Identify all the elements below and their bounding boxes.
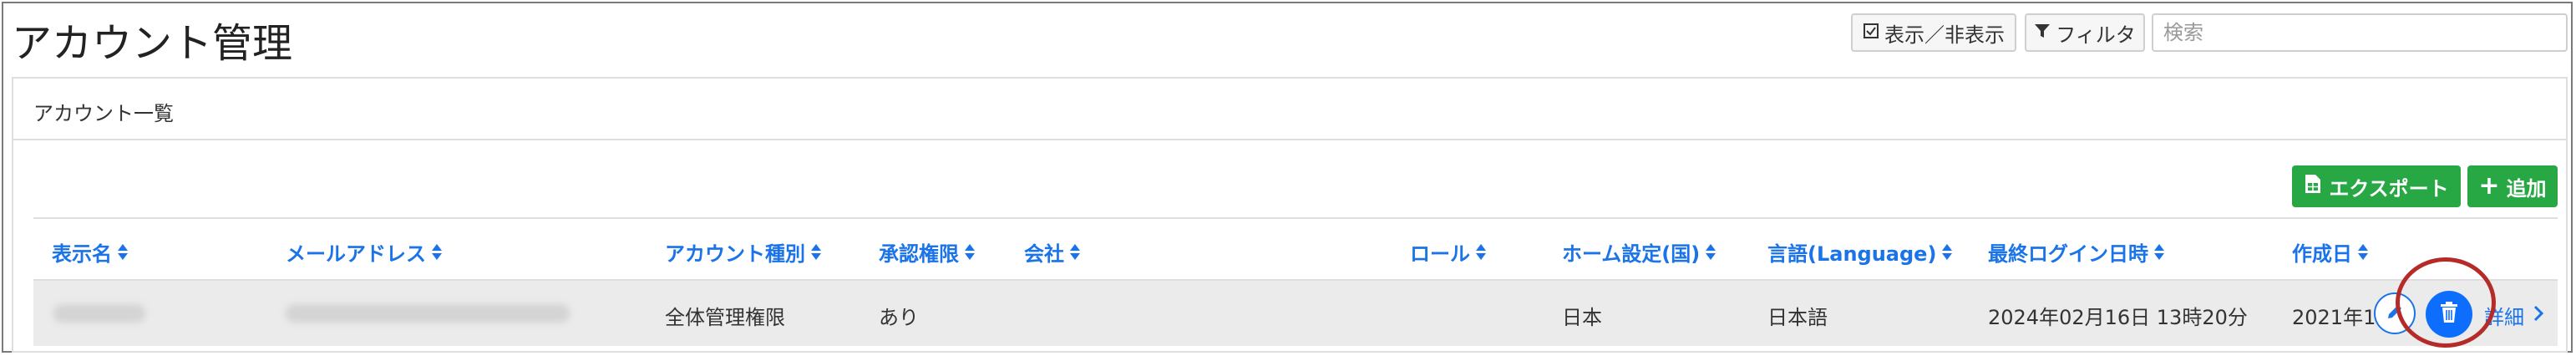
card-header: アカウント一覧 xyxy=(13,79,2566,140)
sort-icon xyxy=(2357,243,2369,262)
column-header-language[interactable]: 言語(Language) xyxy=(1767,237,1953,267)
sort-icon xyxy=(964,243,976,262)
column-header-email[interactable]: メールアドレス xyxy=(286,237,443,267)
card-title: アカウント一覧 xyxy=(33,102,174,125)
search-input[interactable] xyxy=(2152,13,2568,52)
toggle-columns-button[interactable]: 表示／非表示 xyxy=(1851,13,2016,52)
column-header-created[interactable]: 作成日 xyxy=(2292,237,2369,267)
column-header-home-country[interactable]: ホーム設定(国) xyxy=(1562,237,1716,267)
column-header-last-login[interactable]: 最終ログイン日時 xyxy=(1988,237,2165,267)
spreadsheet-icon xyxy=(2304,174,2322,199)
column-header-company[interactable]: 会社 xyxy=(1024,237,1081,267)
export-label: エクスポート xyxy=(2329,176,2449,201)
cell-language: 日本語 xyxy=(1767,306,1828,329)
filter-label: フィルタ xyxy=(2056,23,2136,47)
column-header-account-type[interactable]: アカウント種別 xyxy=(665,237,822,267)
title-bar: アカウント管理 表示／非表示 フィルタ xyxy=(3,3,2571,74)
cell-account-type: 全体管理権限 xyxy=(665,306,785,329)
redacted-email xyxy=(286,304,570,323)
column-header-role[interactable]: ロール xyxy=(1410,237,1487,267)
sort-icon xyxy=(810,243,822,262)
plus-icon: + xyxy=(2478,171,2500,201)
checkbox-icon xyxy=(1863,21,1879,44)
sort-icon xyxy=(2153,243,2165,262)
export-button[interactable]: エクスポート xyxy=(2292,165,2461,207)
filter-button[interactable]: フィルタ xyxy=(2025,13,2145,52)
sort-icon xyxy=(1941,243,1953,262)
add-label: 追加 xyxy=(2506,176,2547,201)
cell-last-login: 2024年02月16日 13時20分 xyxy=(1988,306,2248,329)
sort-icon xyxy=(1705,243,1716,262)
sort-icon xyxy=(431,243,443,262)
table-row[interactable]: 全体管理権限 あり 日本 日本語 2024年02月16日 13時20分 2021… xyxy=(33,281,2558,346)
redacted-display-name xyxy=(53,304,145,323)
sort-icon xyxy=(1475,243,1487,262)
sort-icon xyxy=(1069,243,1081,262)
chevron-right-icon xyxy=(2533,304,2544,328)
page-title: アカウント管理 xyxy=(12,20,293,67)
column-header-display-name[interactable]: 表示名 xyxy=(52,237,129,267)
app-window: アカウント管理 表示／非表示 フィルタ アカウント一覧 エクスポート + xyxy=(2,2,2573,353)
highlight-circle xyxy=(2396,257,2496,348)
cell-approval: あり xyxy=(879,306,919,329)
add-button[interactable]: + 追加 xyxy=(2467,165,2558,207)
account-list-card: アカウント一覧 エクスポート + 追加 表示名 メールアドレス アカウント種別 … xyxy=(12,77,2568,353)
table-header: 表示名 メールアドレス アカウント種別 承認権限 会社 ロール ホーム設定(国)… xyxy=(33,217,2558,281)
cell-home-country: 日本 xyxy=(1562,306,1602,329)
filter-icon xyxy=(2034,21,2051,44)
sort-icon xyxy=(117,243,129,262)
column-header-approval[interactable]: 承認権限 xyxy=(879,237,976,267)
toggle-columns-label: 表示／非表示 xyxy=(1884,23,2005,47)
